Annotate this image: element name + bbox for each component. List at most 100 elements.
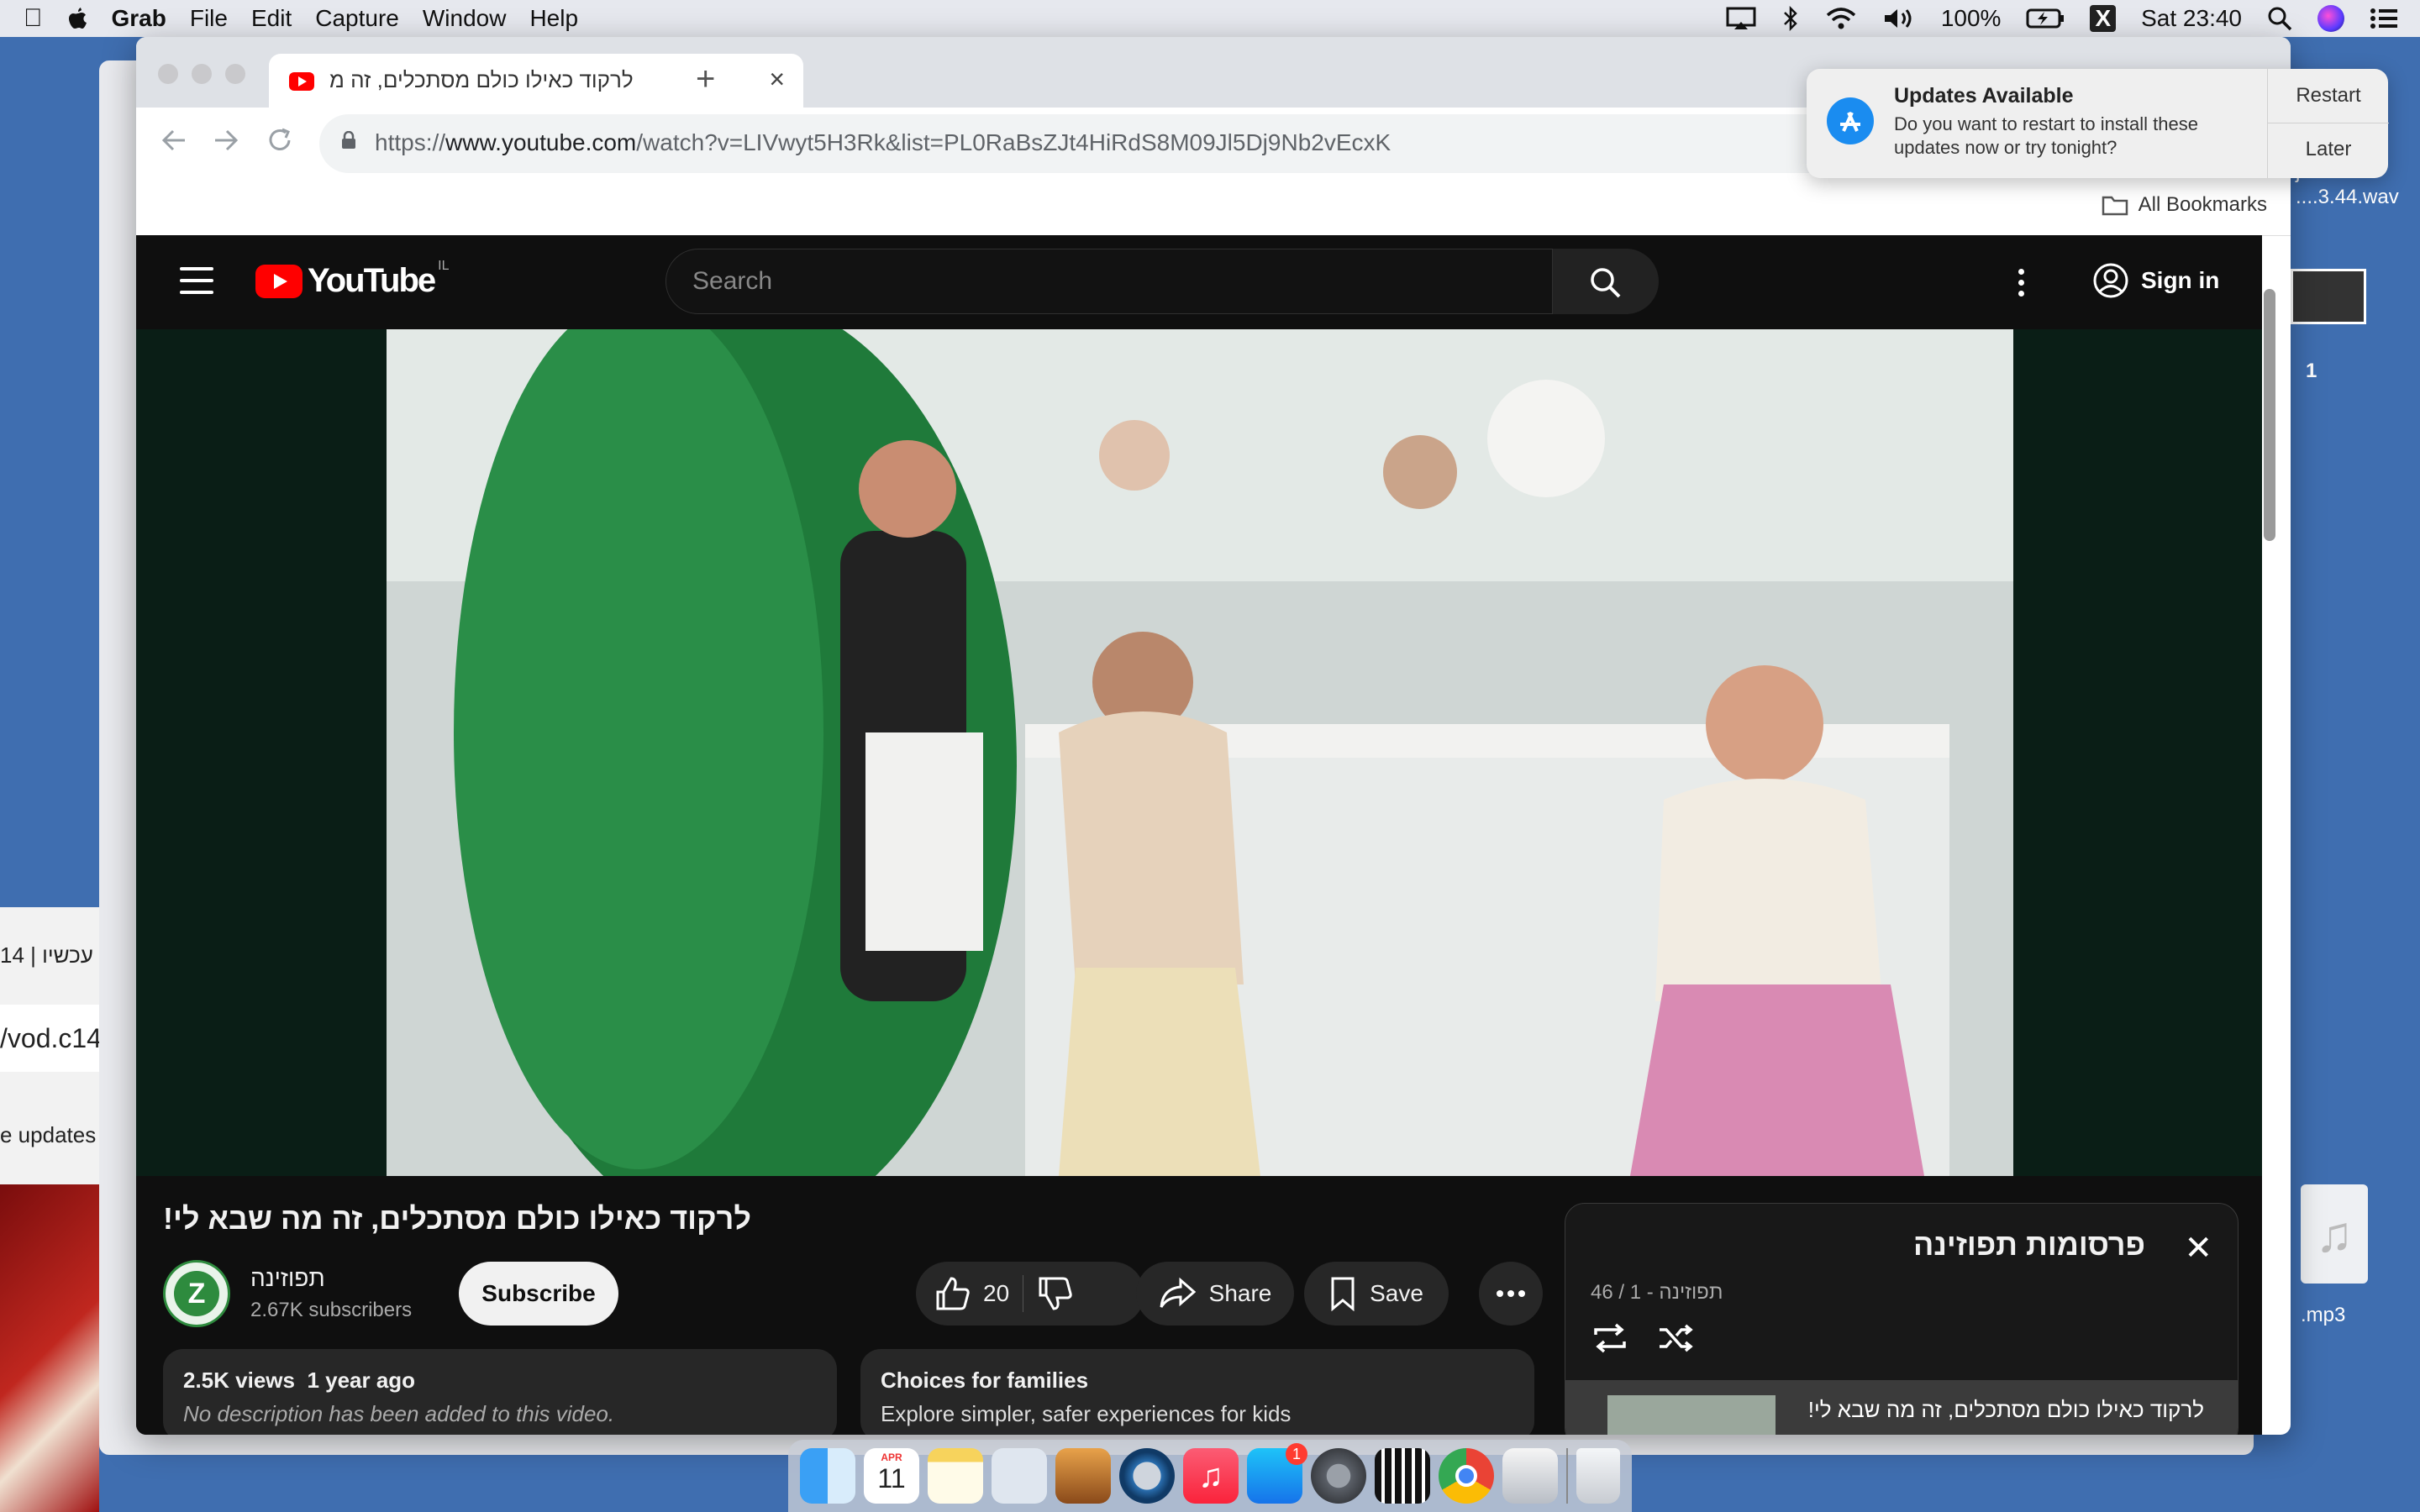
desktop-thumbnail[interactable] (2291, 269, 2366, 324)
channel-logo-icon: Z (174, 1271, 219, 1316)
search-icon (1591, 268, 1621, 298)
url-text: https://www.youtube.com/watch?v=LIVwyt5H… (375, 129, 1391, 156)
save-button[interactable]: Save (1304, 1262, 1449, 1326)
menu-app-name[interactable]: Grab (112, 5, 166, 32)
menu-help[interactable]: Help (529, 5, 578, 32)
playlist-item-title: לרקוד כאילו כולם מסתכלים, זה מה שבא לי! (1807, 1397, 2204, 1422)
siri-icon[interactable] (2317, 5, 2344, 32)
menu-file[interactable]: File (190, 5, 228, 32)
clock[interactable]: Sat 23:40 (2141, 5, 2242, 32)
upload-age: 1 year ago (307, 1368, 416, 1393)
window-minimize-button[interactable] (192, 64, 212, 84)
notification-actions: Restart Later (2267, 69, 2389, 178)
loop-icon[interactable] (1591, 1321, 1629, 1355)
app-store-badge: 1 (1286, 1443, 1307, 1465)
music-icon[interactable]: ♫ (1183, 1448, 1239, 1504)
share-button[interactable]: Share (1136, 1262, 1294, 1326)
subscribe-button[interactable]: Subscribe (459, 1262, 618, 1326)
trash-icon[interactable] (1576, 1448, 1620, 1504)
menu-capture[interactable]: Capture (315, 5, 399, 32)
chrome-icon[interactable] (1439, 1448, 1494, 1504)
bluetooth-icon[interactable] (1781, 6, 1800, 31)
sign-in-button[interactable]: Sign in (2082, 255, 2229, 306)
keynote-icon[interactable] (992, 1448, 1047, 1504)
battery-icon[interactable] (2026, 8, 2065, 29)
description-box[interactable]: 2.5K views 1 year ago No description has… (163, 1349, 837, 1435)
share-icon (1160, 1277, 1196, 1308)
playlist-current-item[interactable]: לרקוד כאילו כולם מסתכלים, זה מה שבא לי! (1565, 1380, 2238, 1435)
search-button[interactable] (1552, 249, 1659, 314)
address-bar[interactable]: https://www.youtube.com/watch?v=LIVwyt5H… (319, 114, 1916, 173)
playlist-title[interactable]: פרסומות תפוזינה (1913, 1227, 2145, 1263)
restart-button[interactable]: Restart (2268, 69, 2389, 123)
search-bar (666, 249, 1659, 314)
page-scrollbar[interactable] (2264, 289, 2275, 541)
reload-icon[interactable] (266, 126, 294, 155)
hamburger-menu-icon[interactable] (180, 267, 213, 294)
volume-icon[interactable] (1882, 7, 1916, 30)
apple-icon[interactable]:  (24, 4, 43, 33)
menu-window[interactable]: Window (423, 5, 507, 32)
tab-close-icon[interactable]: × (769, 64, 785, 95)
new-tab-plus-icon[interactable]: + (696, 60, 715, 98)
search-input[interactable] (691, 264, 1534, 299)
channel-avatar[interactable]: Z (163, 1260, 230, 1327)
app-store-dock-icon[interactable]: 1 (1247, 1443, 1307, 1504)
quicktime-icon[interactable] (1119, 1448, 1175, 1504)
playlist-close-icon[interactable]: ✕ (2184, 1229, 2212, 1268)
channel-name[interactable]: תפוזינה (250, 1265, 325, 1292)
background-updates-text: e updates (0, 1122, 97, 1147)
piano-app-icon[interactable] (1375, 1448, 1430, 1504)
desktop-file-mp3-icon[interactable]: ♫ (2301, 1184, 2368, 1284)
airplay-icon[interactable] (1726, 7, 1756, 30)
notes-icon[interactable] (928, 1448, 983, 1504)
later-button[interactable]: Later (2268, 123, 2389, 176)
notification-title: Updates Available (1894, 84, 2074, 108)
youtube-logo[interactable]: YouTube IL (255, 259, 450, 300)
spotlight-search-icon[interactable] (2267, 6, 2292, 31)
subscriber-count: 2.67K subscribers (250, 1299, 413, 1321)
lock-icon[interactable] (341, 131, 356, 150)
browser-window: לרקוד כאילו כולם מסתכלים, זה מ × + https… (136, 37, 2291, 1435)
notification-center-icon[interactable] (2370, 7, 2398, 30)
video-frame[interactable] (387, 329, 2013, 1176)
grab-app-icon[interactable] (1502, 1448, 1558, 1504)
grab-menu-icon[interactable]: X (2090, 5, 2117, 32)
window-zoom-button[interactable] (225, 64, 245, 84)
thumbs-down-icon[interactable] (1037, 1275, 1074, 1312)
video-title: לרקוד כאילו כולם מסתכלים, זה מה שבא לי! (163, 1201, 751, 1236)
update-notification[interactable]: Updates Available Do you want to restart… (1807, 69, 2389, 178)
chrome-center-icon (1455, 1465, 1477, 1487)
notification-body: Do you want to restart to install these … (1894, 113, 2198, 158)
like-button[interactable]: 20 (916, 1275, 1009, 1312)
forward-arrow-icon[interactable] (212, 126, 240, 155)
sign-in-label: Sign in (2141, 267, 2220, 293)
settings-kebab-icon[interactable] (2018, 269, 2025, 302)
menu-bar:  Grab File Edit Capture Window Help 100… (0, 0, 2420, 37)
video-player[interactable] (136, 329, 2262, 1176)
window-close-button[interactable] (158, 64, 178, 84)
more-actions-button[interactable] (1479, 1262, 1543, 1326)
calendar-icon[interactable]: APR 11 (864, 1448, 919, 1504)
dock-divider (1566, 1448, 1568, 1504)
youtube-play-logo-icon (255, 264, 302, 298)
youtube-page: YouTube IL Sign in (136, 235, 2262, 1435)
tab-youtube[interactable]: לרקוד כאילו כולם מסתכלים, זה מ × (269, 54, 803, 108)
playlist-thumbnail (1607, 1395, 1776, 1435)
all-bookmarks-button[interactable]: All Bookmarks (2102, 193, 2267, 217)
garageband-icon[interactable] (1055, 1448, 1111, 1504)
wifi-icon[interactable] (1825, 7, 1857, 30)
background-url: /vod.c14.c (0, 1005, 99, 1072)
playlist-meta: תפוזינה - 1 / 46 (1591, 1281, 1723, 1304)
thumbs-up-icon (936, 1277, 970, 1310)
back-arrow-icon[interactable] (160, 126, 188, 155)
families-card[interactable]: Choices for families Explore simpler, sa… (860, 1349, 1534, 1435)
video-info: לרקוד כאילו כולם מסתכלים, זה מה שבא לי! … (136, 1176, 2262, 1435)
youtube-header: YouTube IL Sign in (136, 235, 2262, 329)
dock: APR 11 ♫ 1 (788, 1440, 1632, 1512)
shuffle-icon[interactable] (1656, 1321, 1695, 1355)
menu-edit[interactable]: Edit (251, 5, 292, 32)
apple-logo-icon[interactable] (66, 6, 88, 31)
system-preferences-icon[interactable] (1311, 1448, 1366, 1504)
finder-icon[interactable] (800, 1448, 855, 1504)
